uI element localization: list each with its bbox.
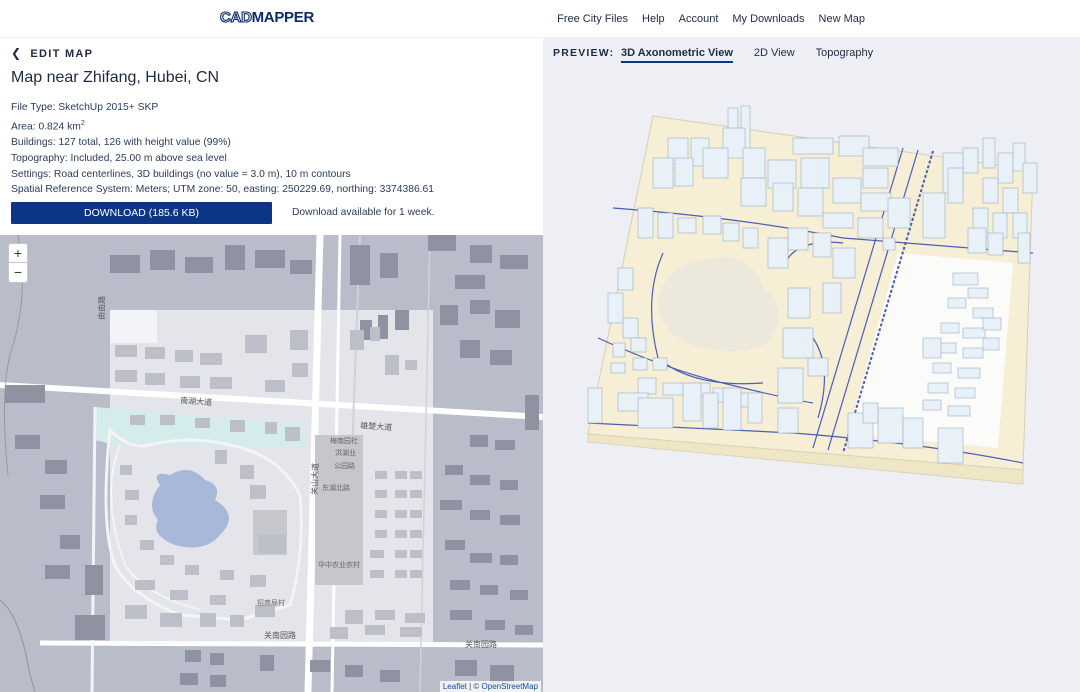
map-label-road-south: 关南园路 [264,630,296,640]
area-info: Area: 0.824 km2 [11,116,434,135]
file-info: File Type: SketchUp 2015+ SKP Area: 0.82… [11,100,434,198]
nav-new-map[interactable]: New Map [819,13,865,25]
top-nav: Free City Files Help Account My Download… [557,13,865,25]
map-label-road-vertical: 关山大道 [309,463,320,495]
top-header: CADMAPPER Free City Files Help Account M… [0,0,1080,38]
map-label-road-north: 由由路 [96,296,107,320]
map-label-poi3: 公园路 [334,461,355,470]
topography-info: Topography: Included, 25.00 m above sea … [11,152,227,164]
logo-mapper-text: MAPPER [251,9,315,26]
osm-link[interactable]: OpenStreetMap [482,682,538,691]
nav-free-city-files[interactable]: Free City Files [557,13,628,25]
map-label-poi2: 洪湖业 [335,448,356,457]
page-title: Map near Zhifang, Hubei, CN [11,69,220,86]
area-value: Area: 0.824 km [11,121,81,133]
preview-panel: PREVIEW: 3D Axonometric View 2D View Top… [543,38,1080,692]
edit-map-link[interactable]: ❮ EDIT MAP [11,46,93,60]
cadmapper-logo[interactable]: CADMAPPER [219,8,315,26]
download-note: Download available for 1 week. [292,207,435,218]
map-label-poi1: 梅南园社 [330,436,358,445]
chevron-left-icon: ❮ [11,46,23,60]
map-label-road-south2: 关南园路 [465,639,497,649]
map-attribution: Leaflet | © OpenStreetMap [439,681,541,692]
file-type: File Type: SketchUp 2015+ SKP [11,102,159,113]
buildings-info: Buildings: 127 total, 126 with height va… [11,137,231,149]
logo-cad-text: CAD [219,8,252,26]
map-details-panel: ❮ EDIT MAP Map near Zhifang, Hubei, CN Fi… [0,38,543,692]
zoom-control: + − [8,243,28,283]
area-unit-superscript: 2 [80,119,85,127]
map-canvas: 南湖大道 雄楚大道 关山大道 关南园路 关南园路 由由路 梅南园社 洪湖业 公园… [0,235,543,692]
nav-my-downloads[interactable]: My Downloads [732,13,804,25]
edit-map-label: EDIT MAP [30,48,94,60]
map-label-poi6: 招商局村 [257,598,285,607]
download-button[interactable]: DOWNLOAD (185.6 KB) [11,202,272,224]
leaflet-map[interactable]: 南湖大道 雄楚大道 关山大道 关南园路 关南园路 由由路 梅南园社 洪湖业 公园… [0,235,543,692]
attribution-separator: | © [466,682,482,691]
zoom-out-button[interactable]: − [9,263,27,282]
srs-info: Spatial Reference System: Meters; UTM zo… [11,184,434,196]
nav-help[interactable]: Help [642,13,665,25]
map-label-poi5: 华中农业农村 [318,560,360,569]
leaflet-link[interactable]: Leaflet [443,682,467,691]
3d-preview-canvas[interactable] [543,38,1080,692]
map-label-poi4: 东湖北路 [322,483,350,492]
settings-info: Settings: Road centerlines, 3D buildings… [11,168,351,180]
nav-account[interactable]: Account [679,13,719,25]
zoom-in-button[interactable]: + [9,244,27,263]
